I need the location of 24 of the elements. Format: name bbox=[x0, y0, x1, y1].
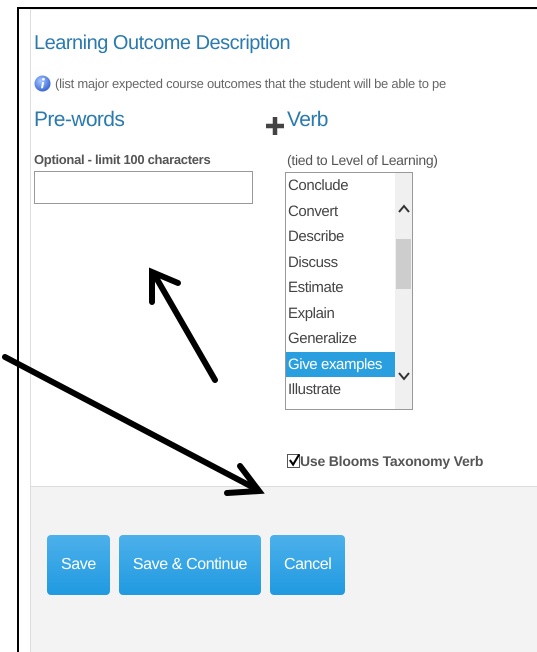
verb-option[interactable]: Conclude bbox=[286, 173, 395, 198]
bloom-checkbox-label: Use Blooms Taxonomy Verb bbox=[300, 453, 484, 469]
prewords-label: Optional - limit 100 characters bbox=[34, 152, 212, 167]
plus-icon bbox=[266, 117, 284, 135]
verb-listbox[interactable]: Conclude Convert Describe Discuss Estimate Explain Generalize Give examples Illustrate bbox=[285, 172, 413, 410]
info-icon bbox=[34, 75, 51, 92]
verb-option[interactable]: Generalize bbox=[286, 326, 395, 352]
scrollbar[interactable] bbox=[395, 173, 412, 409]
scroll-thumb[interactable] bbox=[396, 239, 411, 289]
section-title: Learning Outcome Description bbox=[34, 31, 292, 56]
bloom-checkbox[interactable] bbox=[287, 454, 300, 468]
verb-option[interactable]: Discuss bbox=[286, 250, 395, 275]
verb-label: (tied to Level of Learning) bbox=[287, 152, 439, 168]
prewords-input-field[interactable] bbox=[34, 171, 253, 204]
verb-option[interactable]: Estimate bbox=[286, 275, 395, 300]
scroll-down-icon[interactable] bbox=[398, 371, 410, 381]
verb-option[interactable]: Describe bbox=[286, 224, 395, 250]
verb-heading: Verb bbox=[287, 107, 329, 133]
verb-option[interactable]: Illustrate bbox=[286, 377, 395, 402]
verb-option[interactable]: Explain bbox=[286, 300, 395, 326]
verb-option[interactable]: Convert bbox=[286, 198, 395, 224]
scroll-up-icon[interactable] bbox=[398, 204, 410, 214]
hint-text: (list major expected course outcomes that the student will be able to pe bbox=[55, 76, 446, 91]
prewords-heading: Pre-words bbox=[34, 107, 126, 133]
